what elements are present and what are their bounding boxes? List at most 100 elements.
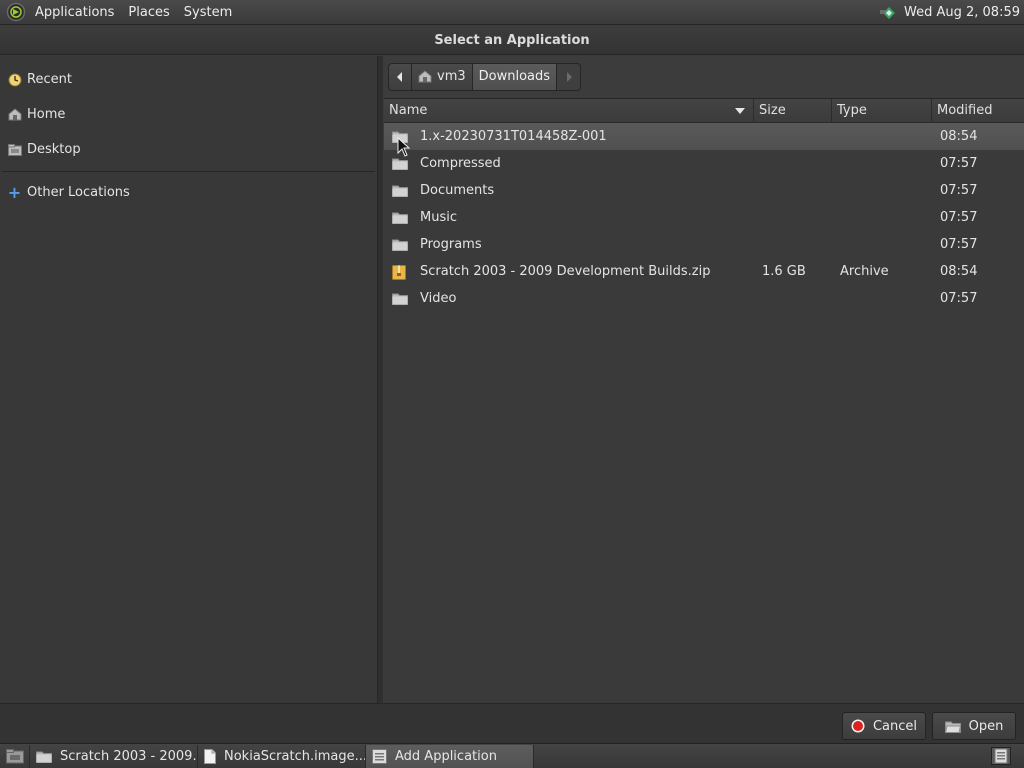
open-folder-icon (944, 720, 961, 733)
bottom-taskbar: Scratch 2003 - 2009... NokiaScratch.imag… (0, 743, 1024, 768)
folder-icon (392, 238, 408, 252)
column-header-label: Type (837, 103, 867, 118)
column-header-label: Size (759, 103, 786, 118)
panel-tray: Wed Aug 2, 08:59 (880, 0, 1024, 24)
sidebar-item-other-locations[interactable]: + Other Locations (0, 175, 377, 210)
dialog-titlebar[interactable]: Select an Application (0, 26, 1024, 55)
task-scratch-folder[interactable]: Scratch 2003 - 2009... (30, 744, 198, 768)
show-desktop-button[interactable] (0, 744, 30, 768)
table-row[interactable]: Music 07:57 (384, 204, 1024, 231)
cell-type: Archive (840, 264, 889, 279)
home-icon (418, 70, 432, 83)
file-name: Programs (420, 237, 482, 252)
panel-menu: Applications Places System (28, 0, 239, 24)
file-list: Name Size Type Modified 1.x-20230731T014… (384, 98, 1024, 703)
pane-separator[interactable] (378, 56, 383, 703)
open-button[interactable]: Open (932, 712, 1016, 740)
sidebar-item-label: Home (27, 107, 66, 122)
column-header-label: Modified (937, 103, 993, 118)
menu-applications[interactable]: Applications (28, 0, 121, 24)
folder-icon (392, 292, 408, 306)
path-forward-button[interactable] (557, 62, 582, 91)
cell-modified: 07:57 (940, 291, 978, 306)
path-segment-label: vm3 (437, 69, 466, 84)
file-name: 1.x-20230731T014458Z-001 (420, 129, 607, 144)
column-header-modified[interactable]: Modified (932, 99, 1024, 122)
file-name: Video (420, 291, 457, 306)
cell-modified: 08:54 (940, 264, 978, 279)
menu-places[interactable]: Places (121, 0, 176, 24)
column-headers: Name Size Type Modified (384, 99, 1024, 123)
sidebar-separator (2, 171, 375, 172)
network-icon[interactable] (880, 4, 898, 20)
file-name: Compressed (420, 156, 501, 171)
path-segment-label: Downloads (478, 69, 551, 84)
sidebar-item-recent[interactable]: Recent (0, 62, 377, 97)
desktop-icon (7, 142, 22, 157)
sidebar-item-label: Desktop (27, 142, 81, 157)
table-row[interactable]: Documents 07:57 (384, 177, 1024, 204)
path-bar: vm3 Downloads (384, 56, 1024, 97)
button-label: Cancel (872, 718, 918, 734)
sidebar-item-home[interactable]: Home (0, 97, 377, 132)
document-icon (204, 748, 216, 764)
column-header-name[interactable]: Name (384, 99, 754, 122)
task-label: Add Application (395, 748, 497, 764)
show-desktop-icon (5, 748, 24, 763)
table-row[interactable]: Programs 07:57 (384, 231, 1024, 258)
places-sidebar: Recent Home Desktop + Other Locations (0, 56, 378, 703)
workspace-switcher[interactable] (978, 745, 1024, 768)
cell-name: Programs (384, 237, 754, 252)
clock[interactable]: Wed Aug 2, 08:59 (904, 5, 1020, 20)
dialog-action-bar: Cancel Open (0, 703, 1024, 743)
cell-modified: 07:57 (940, 183, 978, 198)
task-label: NokiaScratch.image... (224, 748, 366, 764)
folder-icon (392, 211, 408, 225)
cell-name: 1.x-20230731T014458Z-001 (384, 129, 754, 144)
cell-modified: 07:57 (940, 156, 978, 171)
window-icon (372, 748, 387, 764)
cell-name: Scratch 2003 - 2009 Development Builds.z… (384, 264, 754, 280)
sidebar-item-label: Other Locations (27, 185, 130, 200)
workspace-icon (991, 747, 1011, 765)
folder-icon (392, 184, 408, 198)
sort-down-icon (735, 107, 745, 114)
cell-size: 1.6 GB (762, 264, 806, 279)
task-add-application[interactable]: Add Application (366, 744, 534, 768)
column-header-size[interactable]: Size (754, 99, 832, 122)
folder-icon (392, 157, 408, 171)
path-back-button[interactable] (388, 62, 412, 91)
cell-name: Video (384, 291, 754, 306)
table-row[interactable]: 1.x-20230731T014458Z-001 08:54 (384, 123, 1024, 150)
distro-logo-icon[interactable] (6, 2, 26, 22)
table-row[interactable]: Compressed 07:57 (384, 150, 1024, 177)
column-header-label: Name (389, 103, 428, 118)
task-label: Scratch 2003 - 2009... (60, 748, 198, 764)
top-panel: Applications Places System Wed Aug 2, 08… (0, 0, 1024, 25)
archive-icon (392, 264, 408, 280)
chevron-left-icon (397, 71, 402, 82)
task-nokiascratch-image[interactable]: NokiaScratch.image... (198, 744, 366, 768)
table-row[interactable]: Scratch 2003 - 2009 Development Builds.z… (384, 258, 1024, 285)
mouse-pointer-icon (397, 137, 411, 157)
cell-name: Compressed (384, 156, 754, 171)
dialog-title: Select an Application (434, 32, 590, 48)
cancel-button[interactable]: Cancel (842, 712, 926, 740)
home-icon (7, 107, 22, 122)
menu-system[interactable]: System (177, 0, 239, 24)
file-rows: 1.x-20230731T014458Z-001 08:54 Compresse… (384, 123, 1024, 312)
path-segment-downloads[interactable]: Downloads (472, 62, 558, 91)
table-row[interactable]: Video 07:57 (384, 285, 1024, 312)
cell-modified: 07:57 (940, 237, 978, 252)
sidebar-item-label: Recent (27, 72, 72, 87)
button-label: Open (968, 718, 1004, 734)
column-header-type[interactable]: Type (832, 99, 932, 122)
file-name: Music (420, 210, 457, 225)
sidebar-item-desktop[interactable]: Desktop (0, 132, 377, 167)
folder-icon (36, 750, 52, 763)
cancel-icon (851, 719, 865, 733)
plus-icon: + (7, 183, 22, 202)
cell-modified: 07:57 (940, 210, 978, 225)
chevron-right-icon (566, 71, 572, 82)
path-segment-home[interactable]: vm3 (412, 62, 473, 91)
